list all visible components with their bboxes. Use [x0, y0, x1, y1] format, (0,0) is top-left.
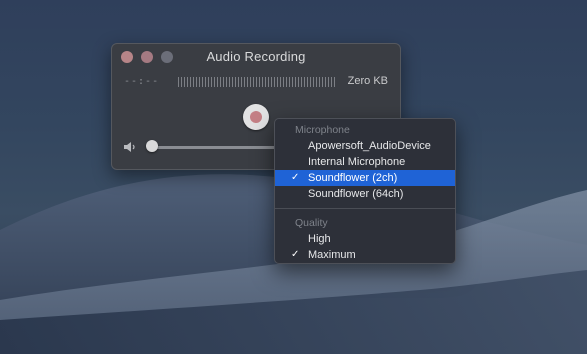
- quality-menu-item[interactable]: High: [275, 231, 455, 247]
- window-title: Audio Recording: [206, 49, 306, 64]
- options-dropdown-menu: Microphone Apowersoft_AudioDevice Interna…: [274, 118, 456, 264]
- microphone-menu-item[interactable]: Apowersoft_AudioDevice: [275, 138, 455, 154]
- checkmark-icon: ✓: [291, 172, 300, 183]
- audio-level-meter: [178, 77, 336, 87]
- quality-list: High ✓ Maximum: [275, 231, 455, 263]
- microphone-menu-item[interactable]: Internal Microphone: [275, 154, 455, 170]
- record-button[interactable]: [243, 104, 269, 130]
- quality-menu-item[interactable]: ✓ Maximum: [275, 247, 455, 263]
- record-icon: [250, 111, 262, 123]
- microphone-list: Apowersoft_AudioDevice Internal Microphon…: [275, 138, 455, 202]
- time-readout: --:--: [124, 76, 160, 87]
- microphone-menu-item[interactable]: Soundflower (64ch): [275, 186, 455, 202]
- menu-item-label: Maximum: [308, 249, 356, 261]
- menu-item-label: Apowersoft_AudioDevice: [308, 140, 431, 152]
- volume-slider[interactable]: [151, 146, 281, 149]
- quality-section-header: Quality: [295, 217, 328, 229]
- menu-item-label: Soundflower (64ch): [308, 188, 404, 200]
- menu-separator: [275, 208, 455, 209]
- checkmark-icon: ✓: [291, 249, 300, 260]
- file-size-label: Zero KB: [347, 75, 388, 87]
- speaker-icon: [124, 142, 135, 152]
- desktop-background: Audio Recording --:-- Zero KB Microphone…: [0, 0, 587, 354]
- microphone-section-header: Microphone: [295, 124, 350, 136]
- window-titlebar[interactable]: Audio Recording: [112, 44, 400, 70]
- menu-item-label: Internal Microphone: [308, 156, 406, 168]
- menu-item-label: High: [308, 233, 331, 245]
- volume-slider-knob[interactable]: [146, 140, 158, 152]
- microphone-menu-item[interactable]: ✓ Soundflower (2ch): [275, 170, 455, 186]
- menu-item-label: Soundflower (2ch): [308, 172, 398, 184]
